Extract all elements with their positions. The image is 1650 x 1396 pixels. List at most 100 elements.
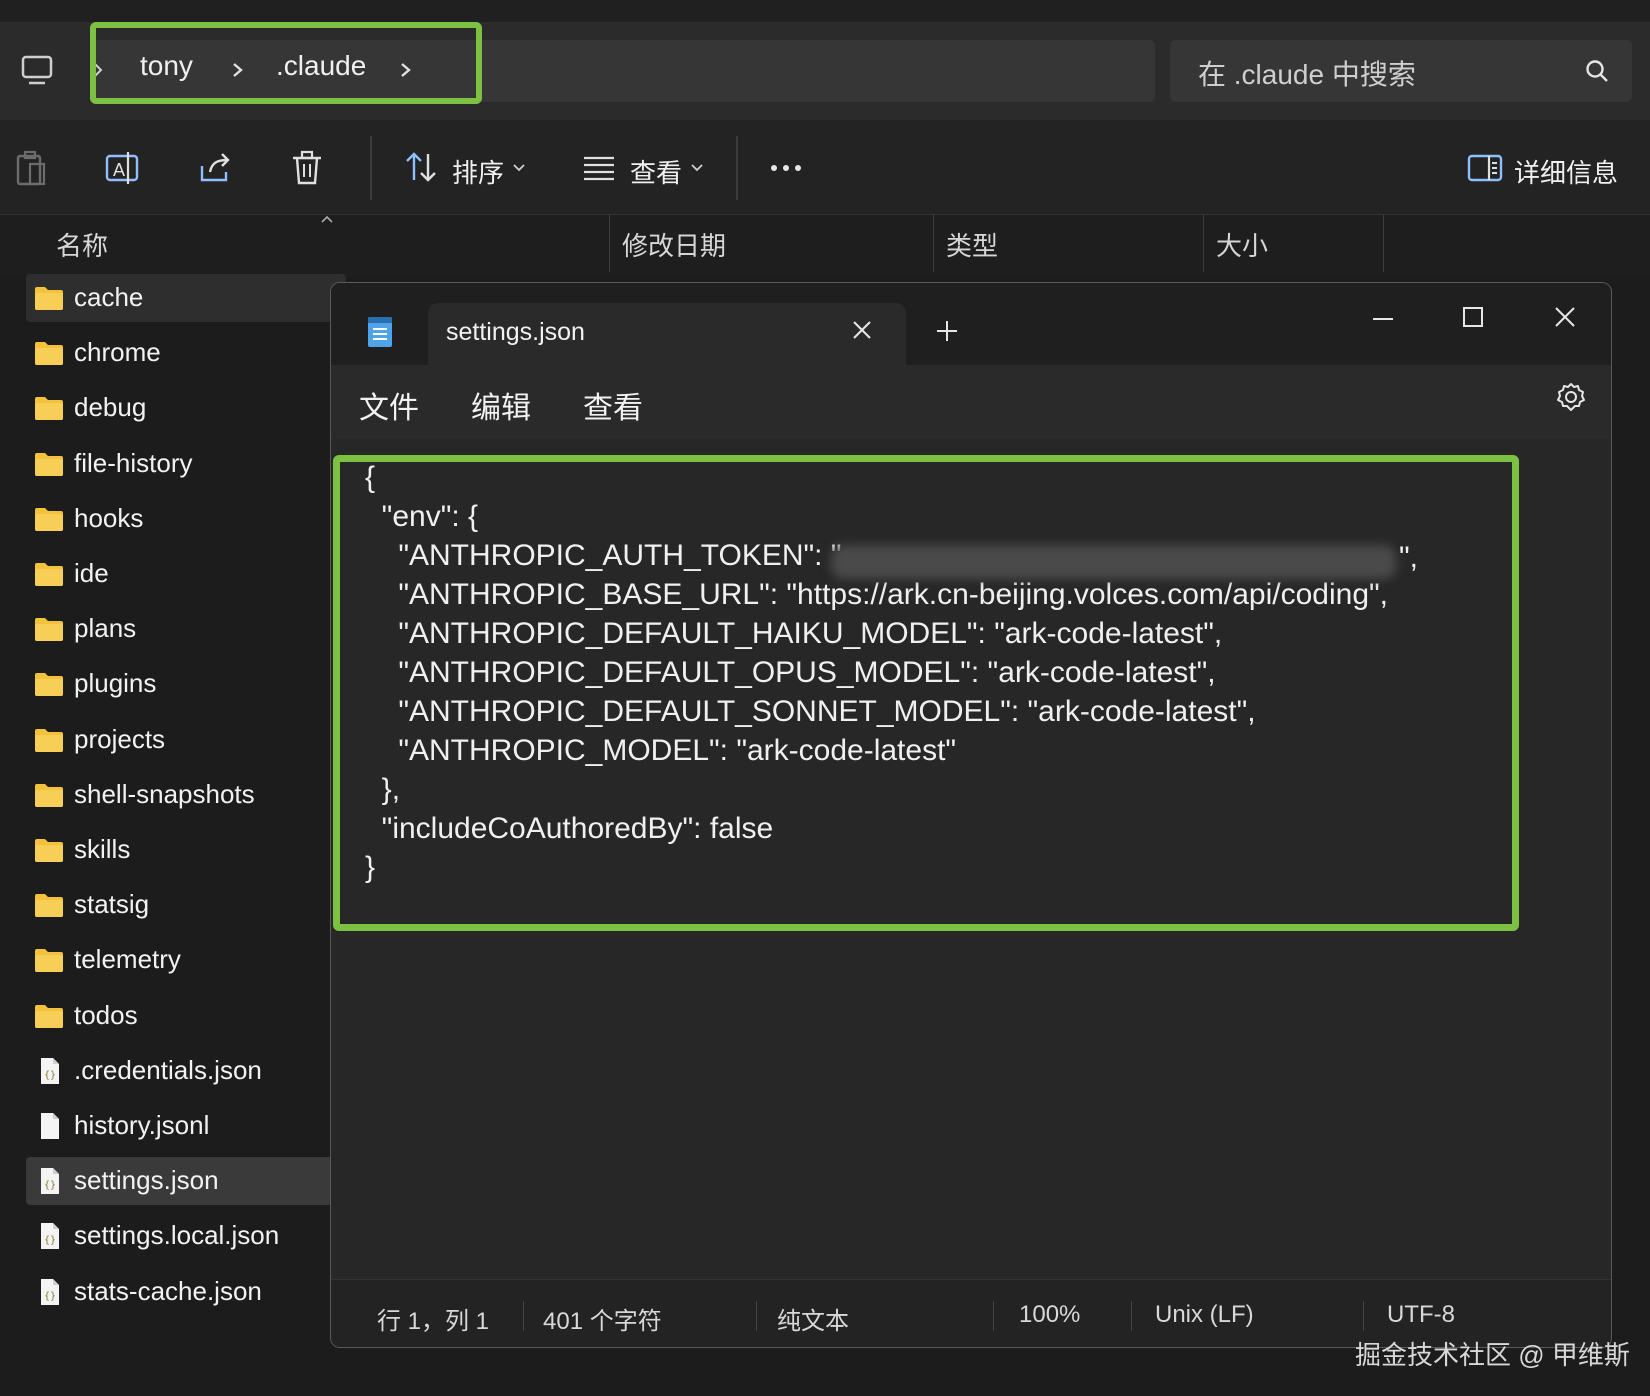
file-list-item[interactable]: cache: [26, 274, 346, 322]
close-window-icon[interactable]: [1553, 305, 1577, 329]
settings-gear-icon[interactable]: [1555, 381, 1587, 413]
sort-icon[interactable]: [402, 148, 442, 188]
column-divider[interactable]: [1383, 214, 1384, 272]
column-header-modified[interactable]: 修改日期: [622, 226, 726, 263]
delete-icon[interactable]: [288, 148, 328, 188]
file-name: settings.local.json: [74, 1220, 280, 1251]
json-file-icon: {}: [34, 1222, 64, 1250]
svg-text:{}: {}: [44, 1180, 56, 1191]
file-list-item[interactable]: history.jsonl: [26, 1102, 346, 1150]
status-zoom[interactable]: 100%: [1019, 1301, 1080, 1329]
file-list-item[interactable]: debug: [26, 384, 346, 432]
file-name: chrome: [74, 337, 161, 368]
watermark: 掘金技术社区 @ 甲维斯: [1355, 1340, 1630, 1370]
column-header-size[interactable]: 大小: [1216, 226, 1268, 263]
file-list-item[interactable]: plans: [26, 605, 346, 653]
chevron-down-icon[interactable]: [690, 162, 704, 174]
file-name: debug: [74, 392, 147, 423]
this-pc-icon[interactable]: [18, 50, 58, 90]
minimize-icon[interactable]: [1371, 307, 1395, 331]
more-options-icon[interactable]: [768, 160, 808, 176]
file-name: cache: [74, 282, 144, 312]
command-bar: [0, 120, 1650, 214]
status-line-ending[interactable]: Unix (LF): [1155, 1301, 1254, 1329]
share-icon[interactable]: [196, 148, 236, 188]
folder-icon: [34, 1002, 64, 1030]
maximize-icon[interactable]: [1461, 305, 1485, 329]
file-name: shell-snapshots: [74, 778, 255, 809]
details-pane-icon[interactable]: [1466, 148, 1506, 188]
file-icon: [34, 1112, 64, 1140]
file-list-item[interactable]: {} stats-cache.json: [26, 1268, 346, 1316]
file-list-item[interactable]: {} settings.local.json: [26, 1212, 346, 1260]
file-name: file-history: [74, 447, 193, 478]
file-name: telemetry: [74, 944, 181, 975]
chevron-down-icon[interactable]: [512, 162, 526, 174]
status-divider: [756, 1301, 757, 1331]
file-list-item[interactable]: projects: [26, 716, 346, 764]
close-tab-icon[interactable]: [851, 319, 873, 341]
menu-file[interactable]: 文件: [359, 383, 419, 427]
paste-icon[interactable]: [14, 148, 54, 188]
file-list-item[interactable]: plugins: [26, 660, 346, 708]
file-list-item[interactable]: {} .credentials.json: [26, 1047, 346, 1095]
folder-icon: [34, 891, 64, 919]
search-input[interactable]: 在 .claude 中搜索: [1198, 53, 1416, 93]
file-name: statsig: [74, 889, 150, 920]
file-name: projects: [74, 723, 166, 754]
sort-button[interactable]: 排序: [452, 153, 504, 190]
json-file-icon: {}: [34, 1167, 64, 1195]
file-name: todos: [74, 999, 138, 1030]
new-tab-icon[interactable]: [935, 319, 959, 343]
file-name: plans: [74, 613, 137, 644]
file-list-item[interactable]: hooks: [26, 495, 346, 543]
file-list-item[interactable]: telemetry: [26, 936, 346, 984]
column-header-type[interactable]: 类型: [946, 226, 998, 263]
file-list-item[interactable]: statsig: [26, 881, 346, 929]
column-header-row: [0, 214, 1650, 277]
status-divider: [1363, 1301, 1364, 1331]
file-list-item[interactable]: file-history: [26, 440, 346, 488]
view-list-icon[interactable]: [580, 148, 620, 188]
file-name: plugins: [74, 668, 157, 699]
menu-view[interactable]: 查看: [583, 383, 643, 427]
status-divider: [993, 1301, 994, 1331]
status-divider: [1131, 1301, 1132, 1331]
file-name: hooks: [74, 502, 144, 533]
column-divider[interactable]: [1203, 214, 1204, 272]
status-char-count: 401 个字符: [543, 1308, 662, 1335]
file-name: skills: [74, 834, 131, 864]
svg-text:A: A: [113, 160, 125, 180]
folder-icon: [34, 781, 64, 809]
file-list-item[interactable]: todos: [26, 992, 346, 1040]
file-list-item[interactable]: chrome: [26, 329, 346, 377]
file-list-item[interactable]: skills: [26, 826, 346, 874]
status-cursor-position[interactable]: 行 1，列 1: [377, 1301, 489, 1336]
status-encoding[interactable]: UTF-8: [1387, 1301, 1455, 1329]
status-format: 纯文本: [777, 1308, 849, 1335]
notepad-window: settings.json 文件 编辑 查看 { "env": { "ANTHR…: [330, 282, 1612, 1348]
folder-icon: [34, 615, 64, 643]
file-name: stats-cache.json: [74, 1275, 262, 1306]
view-button[interactable]: 查看: [630, 153, 682, 190]
svg-text:{}: {}: [44, 1291, 56, 1302]
details-button[interactable]: 详细信息: [1514, 153, 1618, 190]
toolbar-divider: [736, 136, 738, 200]
menu-edit[interactable]: 编辑: [471, 383, 531, 427]
folder-icon: [34, 284, 64, 312]
rename-icon[interactable]: A: [104, 148, 144, 188]
file-list-item[interactable]: shell-snapshots: [26, 771, 346, 819]
column-divider[interactable]: [933, 214, 934, 272]
status-divider: [523, 1301, 524, 1331]
column-header-name[interactable]: 名称: [56, 226, 108, 263]
toolbar-divider: [370, 136, 372, 200]
file-list-item[interactable]: ide: [26, 550, 346, 598]
search-icon[interactable]: [1584, 58, 1610, 84]
column-divider[interactable]: [609, 214, 610, 272]
folder-icon: [34, 836, 64, 864]
folder-icon: [34, 560, 64, 588]
file-list-item[interactable]: {} settings.json: [26, 1157, 346, 1206]
folder-icon: [34, 450, 64, 478]
sort-ascending-icon: [320, 214, 334, 224]
svg-text:{}: {}: [44, 1070, 56, 1081]
